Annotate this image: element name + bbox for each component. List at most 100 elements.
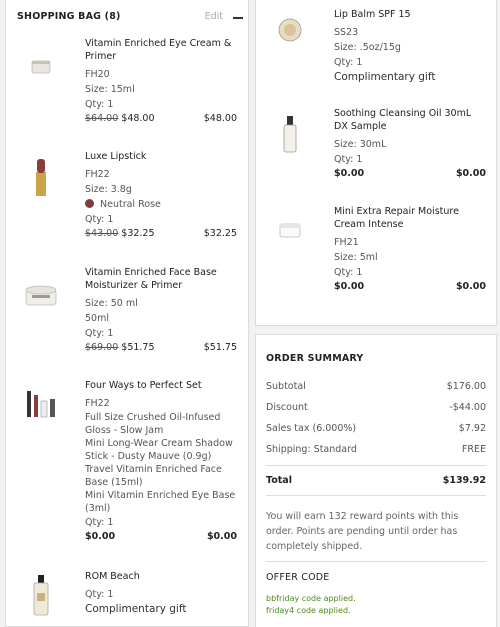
applied-code: bbfriday code applied.	[266, 594, 356, 603]
line-total: $0.00	[206, 531, 237, 542]
product-size: Size: .5oz/15g	[334, 42, 401, 53]
product-image	[266, 209, 314, 249]
sale-price: $51.75	[121, 342, 155, 353]
shade-swatch	[85, 199, 94, 208]
gift-label: Complimentary gift	[85, 603, 187, 615]
sale-price: $0.00	[334, 281, 365, 292]
list-item: Four Ways to Perfect Set FH22 Full Size …	[17, 379, 237, 549]
line-total: $0.00	[455, 281, 486, 292]
product-name[interactable]: ROM Beach	[85, 570, 237, 583]
product-image	[266, 111, 314, 157]
divider	[266, 495, 486, 496]
product-qty: Qty: 1	[334, 57, 363, 68]
price-row: $0.00 $0.00	[85, 530, 237, 544]
set-component: Travel Vitamin Enriched Face Base (15ml)	[85, 464, 222, 488]
product-size: Size: 15ml	[85, 84, 135, 95]
reward-points-text: You will earn 132 reward points with thi…	[266, 511, 459, 552]
product-name[interactable]: Luxe Lipstick	[85, 150, 237, 163]
subtotal-value: $176.00	[446, 381, 486, 392]
divider	[266, 561, 486, 562]
bag-header: SHOPPING BAG (8) Edit	[17, 10, 245, 26]
sale-price: $32.25	[121, 228, 155, 239]
product-image	[17, 45, 65, 85]
bag-title: SHOPPING BAG (8)	[17, 11, 121, 22]
list-item: Luxe Lipstick FH22 Size: 3.8g Neutral Ro…	[17, 150, 237, 250]
price-row: $0.00 $0.00	[334, 280, 486, 294]
product-name[interactable]: Vitamin Enriched Face Base Moisturizer &…	[85, 266, 237, 292]
shipping-value: FREE	[461, 444, 486, 455]
sale-price: $0.00	[85, 531, 116, 542]
original-price: $43.00	[85, 228, 119, 239]
price-row: $69.00 $51.75 $51.75	[85, 341, 237, 355]
product-image	[17, 572, 65, 618]
price-row: $64.00 $48.00 $48.00	[85, 112, 237, 126]
shopping-bag-panel: SHOPPING BAG (8) Edit Vitamin Enriched E…	[5, 0, 249, 627]
total-row: Total $139.92	[266, 475, 486, 489]
tax-label: Sales tax (6.000%)	[266, 423, 357, 434]
discount-label: Discount	[266, 402, 308, 413]
applied-code: friday4 code applied.	[266, 606, 351, 615]
line-total: $0.00	[455, 168, 486, 179]
price-row: $0.00 $0.00	[334, 167, 486, 181]
line-total: $32.25	[203, 228, 237, 239]
original-price: $64.00	[85, 113, 119, 124]
product-image	[17, 383, 65, 423]
subtotal-label: Subtotal	[266, 381, 306, 392]
product-qty: Qty: 1	[334, 154, 363, 165]
product-size: Size: 3.8g	[85, 184, 132, 195]
product-size-secondary: 50ml	[85, 313, 109, 324]
offer-code-title: OFFER CODE	[266, 572, 330, 583]
product-image	[17, 274, 65, 314]
product-qty: Qty: 1	[85, 589, 114, 600]
tax-value: $7.92	[458, 423, 486, 434]
product-name[interactable]: Four Ways to Perfect Set	[85, 379, 237, 392]
list-item: Vitamin Enriched Face Base Moisturizer &…	[17, 266, 237, 361]
original-price: $69.00	[85, 342, 119, 353]
product-name[interactable]: Lip Balm SPF 15	[334, 8, 486, 21]
product-qty: Qty: 1	[334, 267, 363, 278]
product-name[interactable]: Mini Extra Repair Moisture Cream Intense	[334, 205, 486, 231]
line-total: $51.75	[203, 342, 237, 353]
product-code: FH21	[334, 237, 359, 248]
list-item: Vitamin Enriched Eye Cream & Primer FH20…	[17, 37, 237, 132]
product-image	[17, 154, 65, 198]
tax-row: Sales tax (6.000%) $7.92	[266, 423, 486, 437]
product-name[interactable]: Vitamin Enriched Eye Cream & Primer	[85, 37, 237, 63]
list-item: Soothing Cleansing Oil 30mL DX Sample Si…	[266, 107, 486, 187]
subtotal-row: Subtotal $176.00	[266, 381, 486, 395]
set-component: Full Size Crushed Oil-Infused Gloss - Sl…	[85, 412, 221, 436]
product-image	[266, 10, 314, 50]
shipping-row: Shipping: Standard FREE	[266, 444, 486, 458]
total-label: Total	[266, 475, 292, 486]
product-name[interactable]: Soothing Cleansing Oil 30mL DX Sample	[334, 107, 486, 133]
edit-link[interactable]: Edit	[205, 11, 223, 22]
product-size: Size: 5ml	[334, 252, 378, 263]
list-item: Mini Extra Repair Moisture Cream Intense…	[266, 205, 486, 300]
product-qty: Qty: 1	[85, 99, 114, 110]
product-code: FH22	[85, 169, 110, 180]
product-qty: Qty: 1	[85, 214, 114, 225]
product-qty: Qty: 1	[85, 328, 114, 339]
collapse-icon[interactable]	[233, 17, 243, 19]
set-component: Mini Vitamin Enriched Eye Base (3ml)	[85, 490, 236, 514]
shade-name: Neutral Rose	[100, 199, 161, 210]
discount-value: -$44.00	[449, 402, 486, 413]
set-component: Mini Long-Wear Cream Shadow Stick - Dust…	[85, 438, 233, 462]
line-total: $48.00	[203, 113, 237, 124]
order-summary-title: ORDER SUMMARY	[266, 353, 364, 364]
sale-price: $48.00	[121, 113, 155, 124]
product-size: Size: 50 ml	[85, 298, 138, 309]
total-value: $139.92	[442, 475, 486, 486]
product-code: FH20	[85, 69, 110, 80]
product-code: SS23	[334, 27, 359, 38]
order-summary-panel: ORDER SUMMARY Subtotal $176.00 Discount …	[255, 334, 497, 627]
product-size: Size: 30mL	[334, 139, 387, 150]
divider	[266, 465, 486, 466]
list-item: Lip Balm SPF 15 SS23 Size: .5oz/15g Qty:…	[266, 8, 486, 88]
product-code: FH22	[85, 398, 110, 409]
shade-row: Neutral Rose	[85, 197, 237, 212]
discount-row: Discount -$44.00	[266, 402, 486, 416]
shipping-label: Shipping: Standard	[266, 444, 357, 455]
list-item: ROM Beach Qty: 1 Complimentary gift	[17, 570, 237, 625]
shopping-bag-continued: Lip Balm SPF 15 SS23 Size: .5oz/15g Qty:…	[255, 0, 497, 326]
